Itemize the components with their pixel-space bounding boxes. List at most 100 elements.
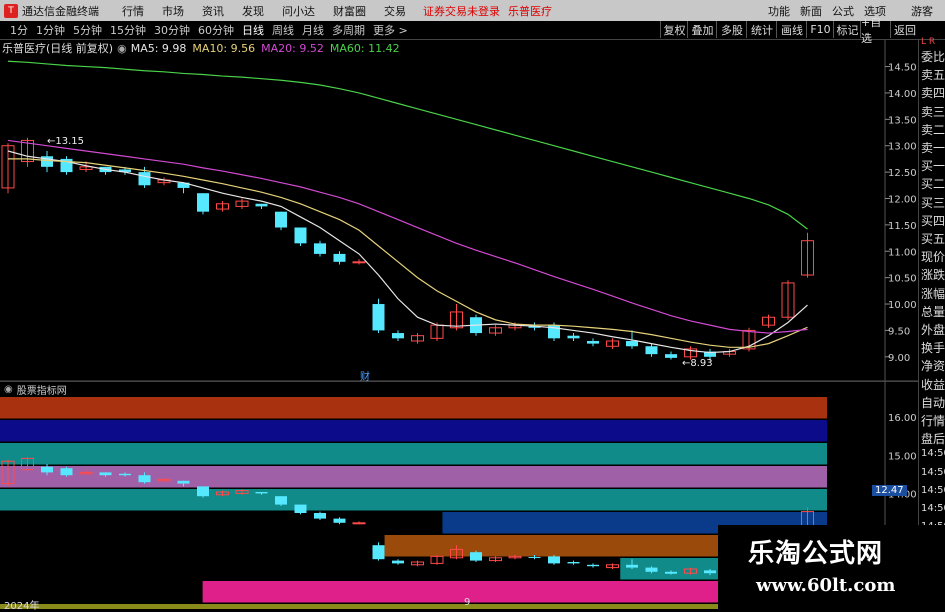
candle-body-down bbox=[197, 486, 209, 497]
candle-body-down bbox=[626, 340, 638, 347]
menu-item[interactable]: 资讯 bbox=[202, 3, 224, 19]
candle-body-down bbox=[314, 513, 326, 519]
app-name: 通达信金融终端 bbox=[22, 4, 99, 18]
indicator-price-tag: 12.47 bbox=[872, 485, 907, 496]
period-tab[interactable]: 30分钟 bbox=[154, 22, 190, 38]
candle-body-down bbox=[177, 480, 190, 484]
candle-body-down bbox=[333, 518, 346, 523]
period-tab[interactable]: 多周期 bbox=[332, 22, 365, 38]
price-tick-label: 14.50 bbox=[888, 63, 917, 74]
period-tab[interactable]: 更多 > bbox=[373, 22, 408, 38]
side-label: 14:50 bbox=[921, 448, 945, 460]
price-tick-label: 12.00 bbox=[888, 194, 917, 205]
candle-body-down bbox=[41, 466, 53, 473]
tool-button[interactable]: 统计 bbox=[746, 21, 777, 38]
tool-button[interactable]: 标记 bbox=[833, 21, 861, 38]
menu-item[interactable]: 财富圈 bbox=[333, 3, 366, 19]
indicator-tick-label: 15.00 bbox=[888, 451, 917, 462]
ma-line-ma60 bbox=[7, 60, 808, 230]
candle-body-down bbox=[587, 340, 599, 344]
indicator-band bbox=[0, 489, 827, 511]
side-label: 14:50 bbox=[921, 466, 945, 478]
watermark-title: 乐淘公式网 bbox=[748, 539, 884, 569]
period-tab[interactable]: 60分钟 bbox=[198, 22, 234, 38]
candle-body-up bbox=[352, 522, 366, 525]
candle-body-down bbox=[255, 492, 268, 494]
finance-marker[interactable]: 财 bbox=[360, 368, 370, 383]
price-tick-label: 10.00 bbox=[888, 300, 917, 311]
period-tab[interactable]: 1分 bbox=[10, 22, 28, 38]
period-tab[interactable]: 1分钟 bbox=[36, 22, 65, 38]
candle-body-down bbox=[392, 333, 404, 339]
watermark-url: www.60lt.com bbox=[756, 575, 896, 596]
menu-new-page[interactable]: 新面 bbox=[800, 3, 822, 19]
candle-body-down bbox=[528, 556, 541, 558]
candle-body-down bbox=[548, 556, 560, 564]
menu-formula[interactable]: 公式 bbox=[832, 3, 854, 19]
month-label: 9 bbox=[464, 597, 471, 608]
menu-item[interactable]: 发现 bbox=[242, 3, 264, 19]
quote-side-panel: L R 委比 卖五 卖四 卖三 卖二 卖一 买一 买二 买三 买四 买五 现价 涨跌 涨幅 总量 外盘 换手 净资… bbox=[918, 37, 945, 609]
tool-button[interactable]: 画线 bbox=[776, 21, 807, 38]
side-label: 净资 bbox=[921, 359, 945, 374]
ma-lines bbox=[7, 60, 808, 354]
candle-body-down bbox=[567, 335, 580, 339]
login-warning[interactable]: 证券交易未登录 bbox=[423, 3, 500, 19]
tool-button[interactable]: 多股 bbox=[716, 21, 747, 38]
price-tick-label: 11.50 bbox=[888, 221, 917, 232]
period-tab[interactable]: 15分钟 bbox=[110, 22, 146, 38]
tool-button[interactable]: F10 bbox=[806, 21, 834, 38]
candle-body-down bbox=[138, 172, 151, 186]
tool-button[interactable]: 返回 bbox=[890, 21, 919, 38]
candle-body-down bbox=[255, 203, 268, 207]
tool-button[interactable]: +自选 bbox=[860, 16, 891, 45]
period-tab[interactable]: 周线 bbox=[272, 22, 294, 38]
watermark: 乐淘公式网 www.60lt.com bbox=[718, 525, 945, 609]
ma-line-ma20 bbox=[7, 139, 808, 334]
indicator-band bbox=[0, 397, 827, 419]
candle-body-down bbox=[60, 468, 73, 476]
ma-line-ma10 bbox=[8, 158, 808, 348]
user-label[interactable]: 游客 bbox=[911, 3, 933, 19]
settings-icon[interactable]: ◉ bbox=[4, 384, 13, 395]
candle-body-down bbox=[119, 473, 131, 476]
tool-button[interactable]: 复权 bbox=[660, 21, 688, 38]
side-label: 卖五 bbox=[921, 68, 945, 83]
candle-body-down bbox=[665, 571, 677, 574]
indicator-panel-header: ◉ 股票指标网 bbox=[0, 381, 918, 397]
period-tab[interactable]: 月线 bbox=[302, 22, 324, 38]
price-tick-label: 14.00 bbox=[888, 89, 917, 100]
side-label: 卖四 bbox=[921, 86, 945, 101]
high-label: ←13.15 bbox=[47, 136, 85, 147]
price-axes: 14.50 14.00 13.50 13.00 12.50 12.00 11.50 11.00… bbox=[885, 63, 917, 577]
side-label: 14:50 bbox=[921, 503, 945, 514]
menu-item[interactable]: 交易 bbox=[384, 3, 406, 19]
candle-body-down bbox=[470, 552, 482, 561]
candle-body-down bbox=[275, 211, 287, 228]
main-menu: 行情 市场 资讯 发现 问小达 财富圈 交易 bbox=[113, 3, 415, 19]
period-tab[interactable]: 日线 bbox=[242, 22, 264, 38]
menu-function[interactable]: 功能 bbox=[768, 3, 790, 19]
menu-item[interactable]: 市场 bbox=[162, 3, 184, 19]
candle-body-down bbox=[99, 472, 112, 476]
title-right-menu: 功能 新面 公式 选项 游客 bbox=[763, 0, 945, 21]
side-label: 收益 bbox=[921, 377, 945, 392]
main-candles bbox=[1, 137, 814, 361]
candle-body-down bbox=[587, 564, 599, 567]
candle-body-down bbox=[392, 560, 404, 564]
side-label: 外盘 bbox=[921, 323, 945, 337]
candle-body-down bbox=[567, 562, 580, 564]
menu-item[interactable]: 问小达 bbox=[282, 3, 315, 19]
indicator-bands bbox=[0, 397, 827, 609]
side-label: 行情 bbox=[921, 414, 945, 428]
current-stock[interactable]: 乐普医疗 bbox=[508, 3, 552, 19]
low-label: ←8.93 bbox=[682, 358, 713, 369]
period-tab[interactable]: 5分钟 bbox=[73, 22, 102, 38]
tool-button[interactable]: 叠加 bbox=[687, 21, 717, 38]
menu-item[interactable]: 行情 bbox=[122, 3, 144, 19]
side-label: 买三 bbox=[921, 195, 945, 210]
indicator-band bbox=[0, 604, 720, 609]
candle-body-down bbox=[197, 193, 209, 212]
candle-body-down bbox=[665, 354, 677, 358]
kline-chart[interactable]: 14.50 14.00 13.50 13.00 12.50 12.00 11.50 11.00… bbox=[0, 40, 918, 609]
